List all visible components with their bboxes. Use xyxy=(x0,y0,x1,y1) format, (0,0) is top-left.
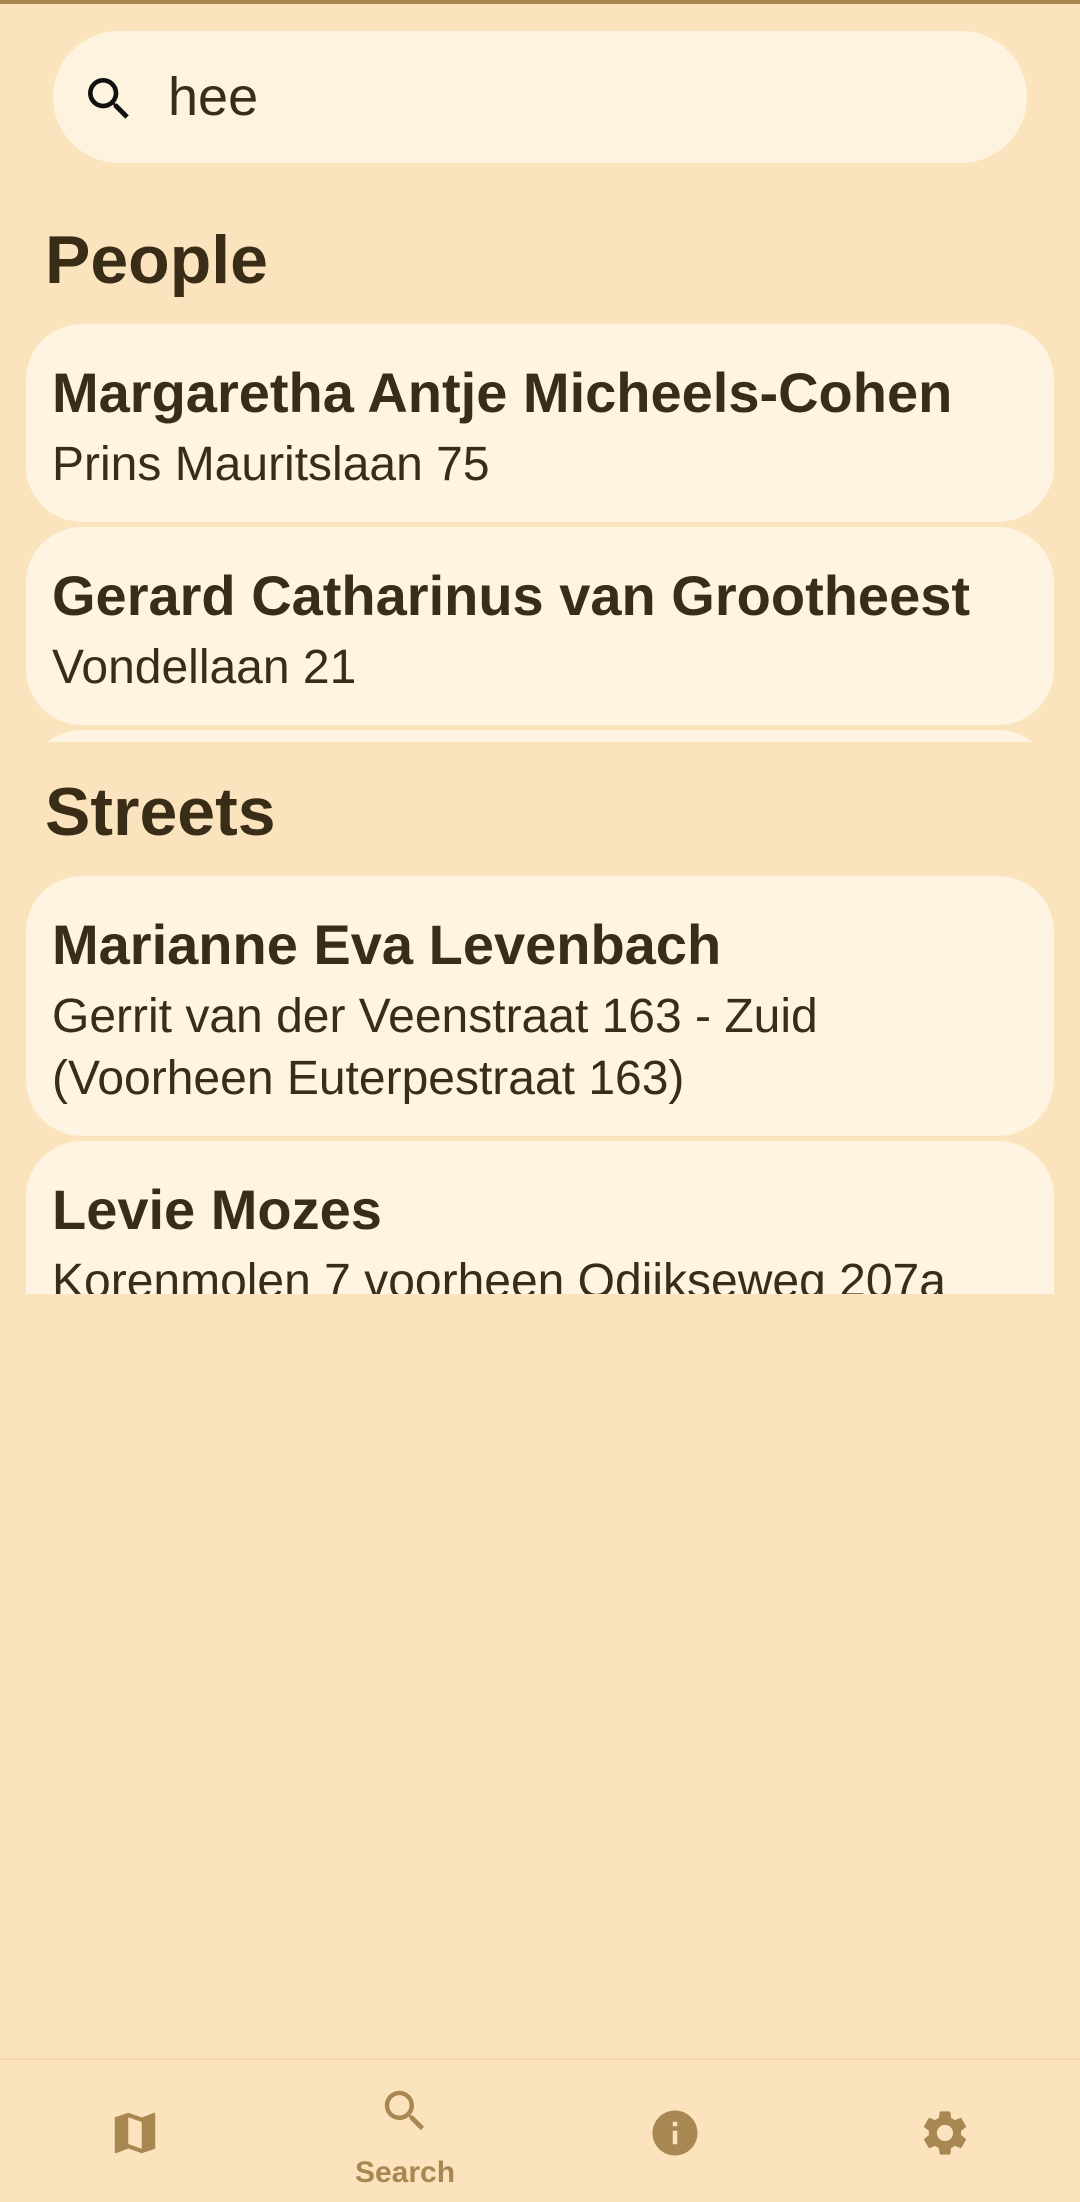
list-item[interactable] xyxy=(26,730,1054,742)
streets-list[interactable]: Marianne Eva Levenbach Gerrit van der Ve… xyxy=(0,874,1080,1294)
info-icon xyxy=(652,2110,698,2156)
person-name: Gerard Catharinus van Grootheest xyxy=(52,564,971,627)
nav-item-settings[interactable] xyxy=(810,2060,1080,2202)
nav-item-info[interactable] xyxy=(540,2060,810,2202)
map-icon xyxy=(114,2112,156,2154)
search-screen: People Margaretha Antje Micheels-Cohen P… xyxy=(0,0,1080,2202)
streets-section-title: Streets xyxy=(45,774,276,850)
street-person-name: Marianne Eva Levenbach xyxy=(52,913,722,976)
street-person-name: Levie Mozes xyxy=(52,1178,382,1241)
person-address: Prins Mauritslaan 75 xyxy=(52,438,490,491)
people-section-title: People xyxy=(45,222,268,298)
bottom-navigation: Search xyxy=(0,2058,1080,2202)
list-item[interactable]: Gerard Catharinus van Grootheest Vondell… xyxy=(26,527,1054,725)
people-list[interactable]: Margaretha Antje Micheels-Cohen Prins Ma… xyxy=(0,322,1080,742)
search-icon xyxy=(384,2090,425,2131)
street-address: Korenmolen 7 voorheen Odijkseweg 207a xyxy=(52,1255,946,1294)
gear-icon xyxy=(923,2111,967,2155)
list-item[interactable]: Levie Mozes Korenmolen 7 voorheen Odijks… xyxy=(26,1141,1054,1294)
list-item[interactable]: Margaretha Antje Micheels-Cohen Prins Ma… xyxy=(26,324,1054,522)
search-icon xyxy=(88,78,129,119)
list-item[interactable]: Marianne Eva Levenbach Gerrit van der Ve… xyxy=(26,876,1054,1136)
street-address: Gerrit van der Veenstraat 163 - Zuid (Vo… xyxy=(52,990,818,1105)
nav-item-search[interactable]: Search xyxy=(270,2060,540,2202)
person-address: Vondellaan 21 xyxy=(52,641,357,694)
nav-item-map[interactable] xyxy=(0,2060,270,2202)
search-input[interactable] xyxy=(168,51,988,143)
search-bar[interactable] xyxy=(53,31,1027,163)
person-name: Margaretha Antje Micheels-Cohen xyxy=(52,361,953,424)
nav-label-search: Search xyxy=(354,2156,456,2189)
